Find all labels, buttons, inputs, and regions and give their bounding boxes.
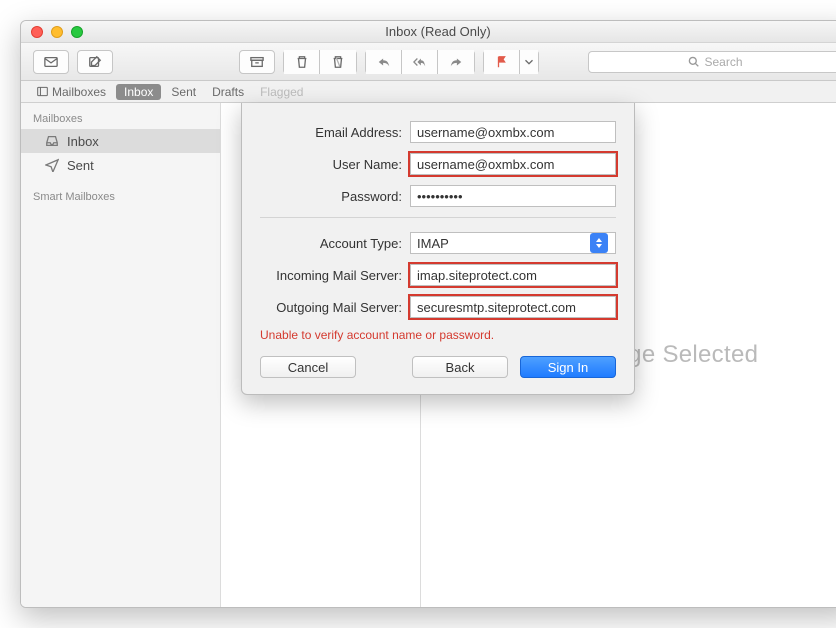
titlebar: Inbox (Read Only): [21, 21, 836, 43]
sidebar-header-smart: Smart Mailboxes: [21, 187, 220, 207]
label-incoming: Incoming Mail Server:: [260, 268, 410, 283]
show-mailboxes-button[interactable]: Mailboxes: [31, 83, 112, 101]
label-password: Password:: [260, 189, 410, 204]
junk-button[interactable]: [320, 50, 356, 74]
search-icon: [688, 56, 699, 67]
favorites-bar: Mailboxes Inbox Sent Drafts Flagged: [21, 81, 836, 103]
reply-all-icon: [413, 55, 427, 69]
favorite-drafts[interactable]: Drafts: [206, 83, 250, 101]
row-user: User Name:: [260, 153, 616, 175]
compose-button[interactable]: [77, 50, 113, 74]
search-field[interactable]: Search: [588, 51, 836, 73]
sidebar-icon: [37, 86, 48, 97]
label-user: User Name:: [260, 157, 410, 172]
flag-group: [483, 50, 539, 74]
delete-button[interactable]: [284, 50, 320, 74]
archive-icon: [250, 55, 264, 69]
favorite-inbox[interactable]: Inbox: [116, 84, 161, 100]
toolbar: Search: [21, 43, 836, 81]
row-account-type: Account Type: IMAP: [260, 232, 616, 254]
sidebar-item-sent[interactable]: Sent: [21, 153, 220, 177]
outgoing-server-field[interactable]: [410, 296, 616, 318]
row-email: Email Address:: [260, 121, 616, 143]
get-mail-button[interactable]: [33, 50, 69, 74]
username-field[interactable]: [410, 153, 616, 175]
cancel-button[interactable]: Cancel: [260, 356, 356, 378]
back-button[interactable]: Back: [412, 356, 508, 378]
sidebar: Mailboxes Inbox Sent Smart Mailboxes: [21, 103, 221, 607]
password-field[interactable]: [410, 185, 616, 207]
minimize-window-button[interactable]: [51, 26, 63, 38]
trash-icon: [295, 55, 309, 69]
row-outgoing: Outgoing Mail Server:: [260, 296, 616, 318]
sidebar-item-inbox[interactable]: Inbox: [21, 129, 220, 153]
zoom-window-button[interactable]: [71, 26, 83, 38]
flag-button[interactable]: [484, 50, 520, 74]
updown-arrows-icon: [590, 233, 608, 253]
favorite-sent[interactable]: Sent: [165, 83, 202, 101]
forward-icon: [449, 55, 463, 69]
email-field[interactable]: [410, 121, 616, 143]
incoming-server-field[interactable]: [410, 264, 616, 286]
row-password: Password:: [260, 185, 616, 207]
flag-menu-button[interactable]: [520, 50, 538, 74]
sheet-buttons: Cancel Back Sign In: [260, 356, 616, 378]
divider: [260, 217, 616, 218]
mail-window: Inbox (Read Only): [20, 20, 836, 608]
label-account-type: Account Type:: [260, 236, 410, 251]
error-message: Unable to verify account name or passwor…: [260, 328, 616, 342]
forward-button[interactable]: [438, 50, 474, 74]
account-setup-sheet: Email Address: User Name: Password: Acco…: [241, 103, 635, 395]
inbox-icon: [45, 134, 59, 148]
reply-group: [365, 50, 475, 74]
envelope-icon: [44, 55, 58, 69]
label-email: Email Address:: [260, 125, 410, 140]
close-window-button[interactable]: [31, 26, 43, 38]
window-title: Inbox (Read Only): [21, 24, 836, 39]
search-placeholder: Search: [704, 55, 742, 69]
sidebar-header-mailboxes: Mailboxes: [21, 109, 220, 129]
sent-icon: [45, 158, 59, 172]
compose-icon: [88, 55, 102, 69]
flag-icon: [495, 55, 509, 69]
favorite-flagged[interactable]: Flagged: [254, 83, 309, 101]
junk-icon: [331, 55, 345, 69]
delete-junk-group: [283, 50, 357, 74]
sign-in-button[interactable]: Sign In: [520, 356, 616, 378]
chevron-down-icon: [522, 55, 536, 69]
reply-button[interactable]: [366, 50, 402, 74]
account-type-value: IMAP: [417, 236, 449, 251]
traffic-lights: [21, 26, 83, 38]
label-outgoing: Outgoing Mail Server:: [260, 300, 410, 315]
reply-all-button[interactable]: [402, 50, 438, 74]
row-incoming: Incoming Mail Server:: [260, 264, 616, 286]
reply-icon: [377, 55, 391, 69]
account-type-popup[interactable]: IMAP: [410, 232, 616, 254]
archive-button[interactable]: [239, 50, 275, 74]
